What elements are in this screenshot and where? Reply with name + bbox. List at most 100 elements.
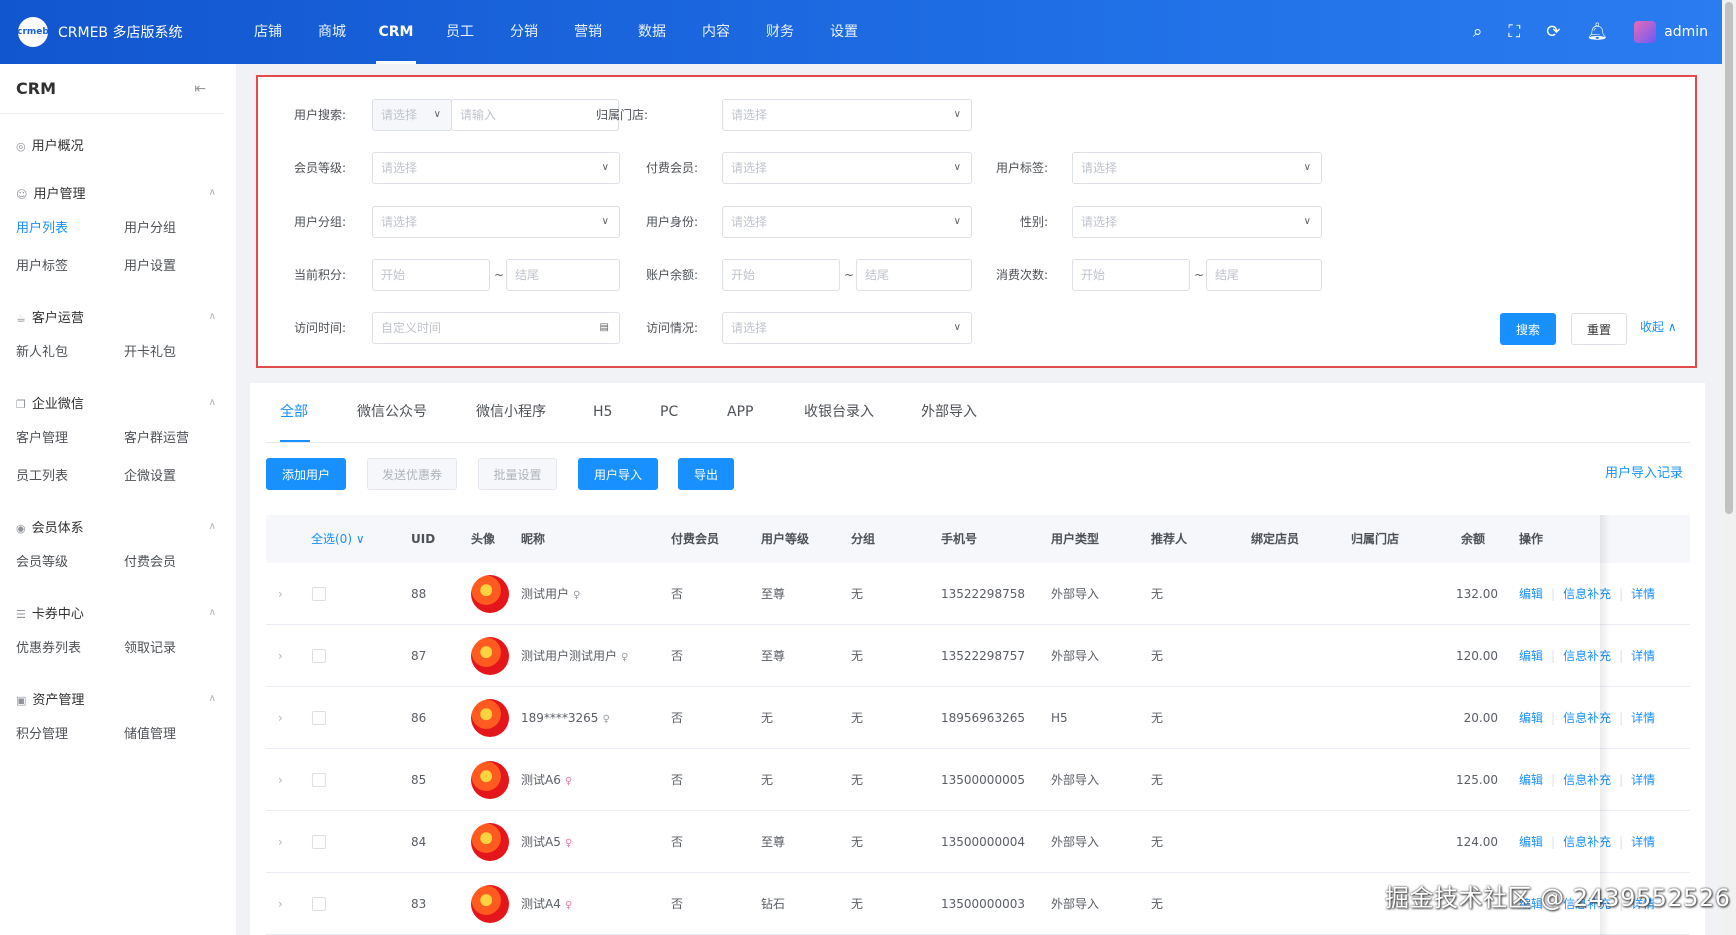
row-checkbox[interactable]: [312, 649, 326, 663]
sidebar-item-stored-value[interactable]: 储值管理: [124, 716, 232, 754]
nav-marketing[interactable]: 营销: [556, 0, 620, 64]
reset-button[interactable]: 重置: [1571, 313, 1627, 345]
visit-status-select[interactable]: 请选择 ∨: [722, 312, 972, 344]
tab-pc[interactable]: PC: [660, 383, 678, 441]
add-user-button[interactable]: 添加用户: [266, 458, 346, 490]
detail-link[interactable]: 详情: [1631, 649, 1655, 663]
balance-start-input[interactable]: 开始: [722, 259, 840, 291]
table-row[interactable]: › 86 189****3265 ♀ 否 无 无 18956963265 H5 无…: [266, 687, 1690, 749]
row-checkbox[interactable]: [312, 897, 326, 911]
nav-mall[interactable]: 商城: [300, 0, 364, 64]
import-log-link[interactable]: 用户导入记录: [1605, 458, 1683, 490]
sidebar-group-wecom[interactable]: ❐ 企业微信 ∧: [16, 384, 236, 420]
sidebar-item-wecom-settings[interactable]: 企微设置: [124, 458, 232, 496]
consume-start-input[interactable]: 开始: [1072, 259, 1190, 291]
sidebar-item-paid-member[interactable]: 付费会员: [124, 544, 232, 582]
sidebar-item-user-list[interactable]: 用户列表: [16, 210, 124, 248]
consume-end-input[interactable]: 结尾: [1206, 259, 1322, 291]
chevron-right-icon[interactable]: ›: [278, 873, 283, 935]
tab-app[interactable]: APP: [727, 383, 753, 441]
chevron-right-icon[interactable]: ›: [278, 811, 283, 873]
sidebar-item-staff-list[interactable]: 员工列表: [16, 458, 124, 496]
points-end-input[interactable]: 结尾: [506, 259, 620, 291]
search-icon[interactable]: ⌕: [1473, 22, 1483, 42]
row-checkbox[interactable]: [312, 587, 326, 601]
sidebar-item-user-group[interactable]: 用户分组: [124, 210, 232, 248]
chevron-right-icon[interactable]: ›: [278, 687, 283, 749]
sidebar-item-card-gift[interactable]: 开卡礼包: [124, 334, 232, 372]
table-row[interactable]: › 87 测试用户测试用户 ♀ 否 至尊 无 13522298757 外部导入 无…: [266, 625, 1690, 687]
sidebar-item-overview[interactable]: ◎ 用户概况: [16, 126, 236, 162]
nav-crm[interactable]: CRM: [364, 0, 428, 64]
search-button[interactable]: 搜索: [1500, 313, 1556, 345]
batch-settings-button[interactable]: 批量设置: [478, 458, 557, 490]
paid-member-select[interactable]: 请选择 ∨: [722, 152, 972, 184]
page-scrollbar[interactable]: [1722, 0, 1736, 935]
sidebar-item-claim-record[interactable]: 领取记录: [124, 630, 232, 668]
logo[interactable]: crmeb CRMEB 多店版系统: [0, 17, 236, 47]
sidebar-group-user-management[interactable]: ☺ 用户管理 ∧: [16, 174, 236, 210]
detail-link[interactable]: 详情: [1631, 587, 1655, 601]
export-button[interactable]: 导出: [678, 458, 734, 490]
sidebar-group-coupon[interactable]: ☰ 卡券中心 ∧: [16, 594, 236, 630]
user-group-select[interactable]: 请选择 ∨: [372, 206, 620, 238]
nav-store[interactable]: 店铺: [236, 0, 300, 64]
sidebar-item-points[interactable]: 积分管理: [16, 716, 124, 754]
detail-link[interactable]: 详情: [1631, 711, 1655, 725]
store-select[interactable]: 请选择 ∨: [722, 99, 972, 131]
chevron-right-icon[interactable]: ›: [278, 625, 283, 687]
tab-wechat-mini[interactable]: 微信小程序: [476, 383, 546, 441]
tab-external-import[interactable]: 外部导入: [921, 383, 977, 441]
row-checkbox[interactable]: [312, 835, 326, 849]
table-row[interactable]: › 84 测试A5 ♀ 否 至尊 无 13500000004 外部导入 无 124…: [266, 811, 1690, 873]
send-coupon-button[interactable]: 发送优惠券: [367, 458, 457, 490]
tab-wechat-oa[interactable]: 微信公众号: [357, 383, 427, 441]
member-level-select[interactable]: 请选择 ∨: [372, 152, 620, 184]
points-start-input[interactable]: 开始: [372, 259, 490, 291]
sidebar-item-customer-manage[interactable]: 客户管理: [16, 420, 124, 458]
tab-h5[interactable]: H5: [593, 383, 612, 441]
fullscreen-icon[interactable]: ⛶: [1508, 22, 1520, 42]
select-all-dropdown[interactable]: 全选(0) ∨: [311, 515, 365, 563]
row-checkbox[interactable]: [312, 711, 326, 725]
detail-link[interactable]: 详情: [1631, 773, 1655, 787]
edit-link[interactable]: 编辑: [1519, 649, 1543, 663]
nav-finance[interactable]: 财务: [748, 0, 812, 64]
table-row[interactable]: › 85 测试A6 ♀ 否 无 无 13500000005 外部导入 无 125.…: [266, 749, 1690, 811]
user-menu[interactable]: admin: [1634, 21, 1708, 43]
edit-link[interactable]: 编辑: [1519, 587, 1543, 601]
nav-settings[interactable]: 设置: [812, 0, 876, 64]
visit-time-picker[interactable]: 自定义时间 ▤: [372, 312, 620, 344]
user-search-type-select[interactable]: 请选择 ∨: [372, 99, 452, 131]
sidebar-item-group-ops[interactable]: 客户群运营: [124, 420, 232, 458]
nav-distribution[interactable]: 分销: [492, 0, 556, 64]
sidebar-item-member-level[interactable]: 会员等级: [16, 544, 124, 582]
edit-link[interactable]: 编辑: [1519, 835, 1543, 849]
row-checkbox[interactable]: [312, 773, 326, 787]
import-users-button[interactable]: 用户导入: [578, 458, 658, 490]
refresh-icon[interactable]: ⟳: [1546, 22, 1560, 42]
tab-cashier[interactable]: 收银台录入: [804, 383, 874, 441]
table-row[interactable]: › 88 测试用户 ♀ 否 至尊 无 13522298758 外部导入 无 132…: [266, 563, 1690, 625]
chevron-right-icon[interactable]: ›: [278, 563, 283, 625]
sidebar-group-customer-ops[interactable]: ☕ 客户运营 ∧: [16, 298, 236, 334]
sidebar-item-coupon-list[interactable]: 优惠券列表: [16, 630, 124, 668]
nav-data[interactable]: 数据: [620, 0, 684, 64]
scrollbar-thumb[interactable]: [1725, 2, 1733, 514]
sidebar-group-assets[interactable]: ▣ 资产管理 ∧: [16, 680, 236, 716]
balance-end-input[interactable]: 结尾: [856, 259, 972, 291]
tab-all[interactable]: 全部: [280, 383, 308, 441]
bell-icon[interactable]: 🔔︎: [1587, 22, 1609, 42]
collapse-filter-link[interactable]: 收起 ∧: [1640, 311, 1677, 343]
chevron-right-icon[interactable]: ›: [278, 749, 283, 811]
collapse-sidebar-icon[interactable]: ⇤: [194, 81, 206, 97]
user-identity-select[interactable]: 请选择 ∨: [722, 206, 972, 238]
nav-staff[interactable]: 员工: [428, 0, 492, 64]
edit-link[interactable]: 编辑: [1519, 773, 1543, 787]
nav-content[interactable]: 内容: [684, 0, 748, 64]
user-tag-select[interactable]: 请选择 ∨: [1072, 152, 1322, 184]
sidebar-item-user-tag[interactable]: 用户标签: [16, 248, 124, 286]
edit-link[interactable]: 编辑: [1519, 711, 1543, 725]
sidebar-item-newcomer-gift[interactable]: 新人礼包: [16, 334, 124, 372]
sidebar-group-membership[interactable]: ◉ 会员体系 ∧: [16, 508, 236, 544]
